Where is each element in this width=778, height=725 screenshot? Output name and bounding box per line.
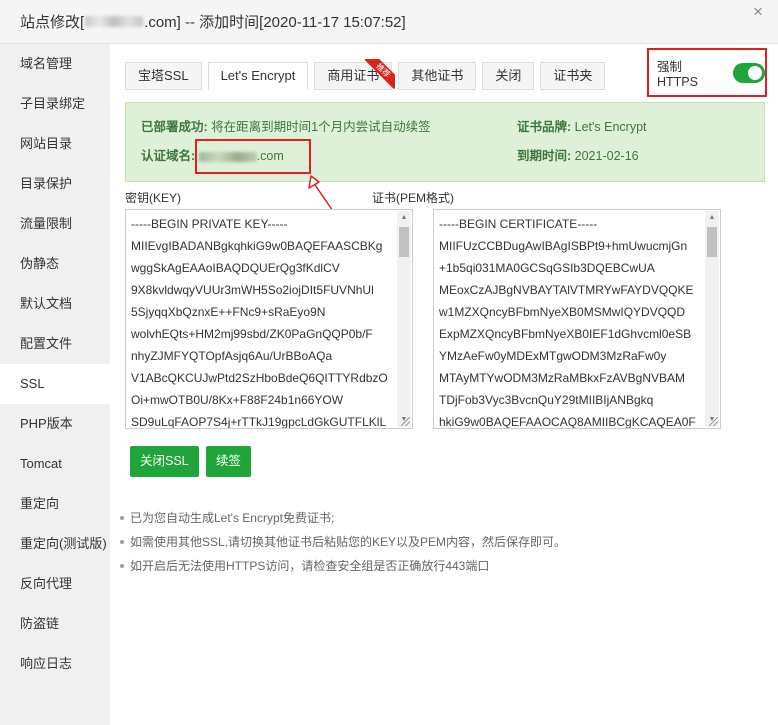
force-https-toggle[interactable] xyxy=(733,62,765,83)
sidebar-item-hotlink[interactable]: 防盗链 xyxy=(0,604,110,644)
scrollbar[interactable]: ▲ ▼ xyxy=(397,211,411,427)
force-https-label: 强制HTTPS xyxy=(657,60,698,89)
text-line: 9X8kvldwqyVUUr3mWH5So2iojDIt5FUVNhUl xyxy=(131,283,374,297)
sidebar-item-redirect[interactable]: 重定向 xyxy=(0,484,110,524)
sidebar-item-php[interactable]: PHP版本 xyxy=(0,404,110,444)
cert-domain-key: 认证域名: xyxy=(141,149,196,163)
text-line: TDjFob3Vyc3BvcnQuY29tMIIBIjANBgkq xyxy=(439,393,654,407)
scroll-thumb[interactable] xyxy=(399,227,409,257)
toggle-knob xyxy=(748,65,762,80)
title-suffix: .com] -- 添加时间[2020-11-17 15:07:52] xyxy=(144,14,406,31)
text-line: -----BEGIN PRIVATE KEY----- xyxy=(131,217,288,231)
text-line: +1b5qi031MA0GCSqGSIb3DQEBCwUA xyxy=(439,261,655,275)
tab-bt-ssl[interactable]: 宝塔SSL xyxy=(125,62,202,90)
renew-button[interactable]: 续签 xyxy=(206,446,252,477)
sidebar-item-logs[interactable]: 响应日志 xyxy=(0,644,110,684)
scroll-up-icon[interactable]: ▲ xyxy=(705,211,719,225)
text-line: YMzAeFw0yMDExMTgwODM3MzRaFw0y xyxy=(439,349,667,363)
scroll-up-icon[interactable]: ▲ xyxy=(397,211,411,225)
sidebar-item-site-dir[interactable]: 网站目录 xyxy=(0,124,110,164)
help-tips: 已为您自动生成Let's Encrypt免费证书; 如需使用其他SSL,请切换其… xyxy=(120,506,566,578)
sidebar-item-ssl[interactable]: SSL xyxy=(0,364,110,404)
text-line: wggSkAgEAAoIBAQDQUErQg3fKdlCV xyxy=(131,261,340,275)
text-line: MIIFUzCCBDugAwIBAgISBPt9+hmUwucmjGn xyxy=(439,239,688,253)
text-line: wolvhEQts+HM2mj99sbd/ZK0PaGnQQP0b/F xyxy=(131,327,373,341)
tab-close[interactable]: 关闭 xyxy=(482,62,535,90)
deploy-status-alert: 已部署成功: 将在距离到期时间1个月内尝试自动续签 认证域名: .com 证书品… xyxy=(125,102,765,182)
tab-other-cert[interactable]: 其他证书 xyxy=(398,62,477,90)
tip-item: 如需使用其他SSL,请切换其他证书后粘贴您的KEY以及PEM内容，然后保存即可。 xyxy=(120,530,566,554)
sidebar-item-rewrite[interactable]: 伪静态 xyxy=(0,244,110,284)
force-https-highlight: 强制HTTPS xyxy=(647,48,767,97)
tab-commercial-cert[interactable]: 商用证书 推荐 xyxy=(314,59,396,90)
text-line: V1ABcQKCUJwPtd2SzHboBdeQ6QITTYRdbzO xyxy=(131,371,388,385)
dialog-titlebar: 站点修改[.com] -- 添加时间[2020-11-17 15:07:52] … xyxy=(0,0,778,44)
cert-label: 证书(PEM格式) xyxy=(372,191,454,205)
sidebar: 域名管理 子目录绑定 网站目录 目录保护 流量限制 伪静态 默认文档 配置文件 … xyxy=(0,44,110,725)
scrollbar[interactable]: ▲ ▼ xyxy=(705,211,719,427)
tab-cert-folder[interactable]: 证书夹 xyxy=(540,62,606,90)
close-icon[interactable]: × xyxy=(748,2,768,22)
text-line: hkiG9w0BAQEFAAOCAQ8AMIIBCgKCAQEA0F xyxy=(439,415,696,429)
recommend-ribbon: 推荐 xyxy=(365,59,396,89)
certificate-content: -----BEGIN CERTIFICATE----- MIIFUzCCBDugA… xyxy=(439,213,702,429)
expiry-key: 到期时间: xyxy=(517,149,572,163)
domain-highlight-box xyxy=(195,139,311,174)
sidebar-item-tomcat[interactable]: Tomcat xyxy=(0,444,110,484)
redacted-domain-mask xyxy=(85,16,144,27)
text-line: MEoxCzAJBgNVBAYTAlVTMRYwFAYDVQQKE xyxy=(439,283,694,297)
cert-brand-key: 证书品牌: xyxy=(517,120,572,134)
cert-brand-row: 证书品牌: Let's Encrypt xyxy=(517,116,647,135)
expiry-value: 2021-02-16 xyxy=(574,149,639,163)
cert-brand-value: Let's Encrypt xyxy=(574,120,647,134)
sidebar-item-traffic[interactable]: 流量限制 xyxy=(0,204,110,244)
text-line: -----BEGIN CERTIFICATE----- xyxy=(439,217,598,231)
deploy-status-key: 已部署成功: xyxy=(141,120,208,134)
close-ssl-button[interactable]: 关闭SSL xyxy=(130,446,199,477)
sidebar-item-domain[interactable]: 域名管理 xyxy=(0,44,110,84)
text-line: nhyZJMFYQTOpfAsjq6Au/UrBBoAQa xyxy=(131,349,333,363)
tip-item: 已为您自动生成Let's Encrypt免费证书; xyxy=(120,506,566,530)
text-line: 5SjyqqXbQznxE++FNc9+sRaEyo9N xyxy=(131,305,326,319)
deploy-status-value: 将在距离到期时间1个月内尝试自动续签 xyxy=(211,120,431,134)
sidebar-item-proxy[interactable]: 反向代理 xyxy=(0,564,110,604)
resize-grip-icon[interactable] xyxy=(709,417,718,426)
resize-grip-icon[interactable] xyxy=(401,417,410,426)
deploy-status-row: 已部署成功: 将在距离到期时间1个月内尝试自动续签 xyxy=(141,116,431,135)
title-prefix: 站点修改[ xyxy=(20,14,85,31)
private-key-content: -----BEGIN PRIVATE KEY----- MIIEvgIBADANB… xyxy=(131,213,394,429)
text-line: w1MZXQncyBFbmNyeXB0MSMwIQYDVQQD xyxy=(439,305,686,319)
sidebar-item-dir-protect[interactable]: 目录保护 xyxy=(0,164,110,204)
sidebar-item-redirect-beta[interactable]: 重定向(测试版) xyxy=(0,524,110,564)
text-line: MTAyMTYwODM3MzRaMBkxFzAVBgNVBAM xyxy=(439,371,686,385)
site-edit-dialog: 站点修改[.com] -- 添加时间[2020-11-17 15:07:52] … xyxy=(0,0,778,725)
certificate-textarea[interactable]: -----BEGIN CERTIFICATE----- MIIFUzCCBDugA… xyxy=(433,209,721,429)
private-key-textarea[interactable]: -----BEGIN PRIVATE KEY----- MIIEvgIBADANB… xyxy=(125,209,413,429)
scroll-thumb[interactable] xyxy=(707,227,717,257)
sidebar-item-config[interactable]: 配置文件 xyxy=(0,324,110,364)
ssl-tabs: 宝塔SSL Let's Encrypt 商用证书 推荐 其他证书 关闭 证书夹 xyxy=(125,59,611,90)
text-line: MIIEvgIBADANBgkqhkiG9w0BAQEFAASCBKg xyxy=(131,239,383,253)
tab-lets-encrypt[interactable]: Let's Encrypt xyxy=(207,62,309,90)
text-line: SD9uLqFAOP7S4j+rTTkJ19gpcLdGkGUTFLKlL xyxy=(131,415,387,429)
sidebar-item-subdir[interactable]: 子目录绑定 xyxy=(0,84,110,124)
ssl-panel: 宝塔SSL Let's Encrypt 商用证书 推荐 其他证书 关闭 证书夹 … xyxy=(110,44,778,725)
sidebar-item-default-doc[interactable]: 默认文档 xyxy=(0,284,110,324)
recommend-badge: 推荐 xyxy=(365,59,396,89)
expiry-row: 到期时间: 2021-02-16 xyxy=(517,145,639,164)
text-line: Oi+mwOTB0U/8Kx+F88F24b1n66YOW xyxy=(131,393,344,407)
key-label: 密钥(KEY) xyxy=(125,191,182,205)
tip-item: 如开启后无法使用HTTPS访问，请检查安全组是否正确放行443端口 xyxy=(120,554,566,578)
text-line: ExpMZXQncyBFbmNyeXB0IEF1dGhvcml0eSB xyxy=(439,327,692,341)
